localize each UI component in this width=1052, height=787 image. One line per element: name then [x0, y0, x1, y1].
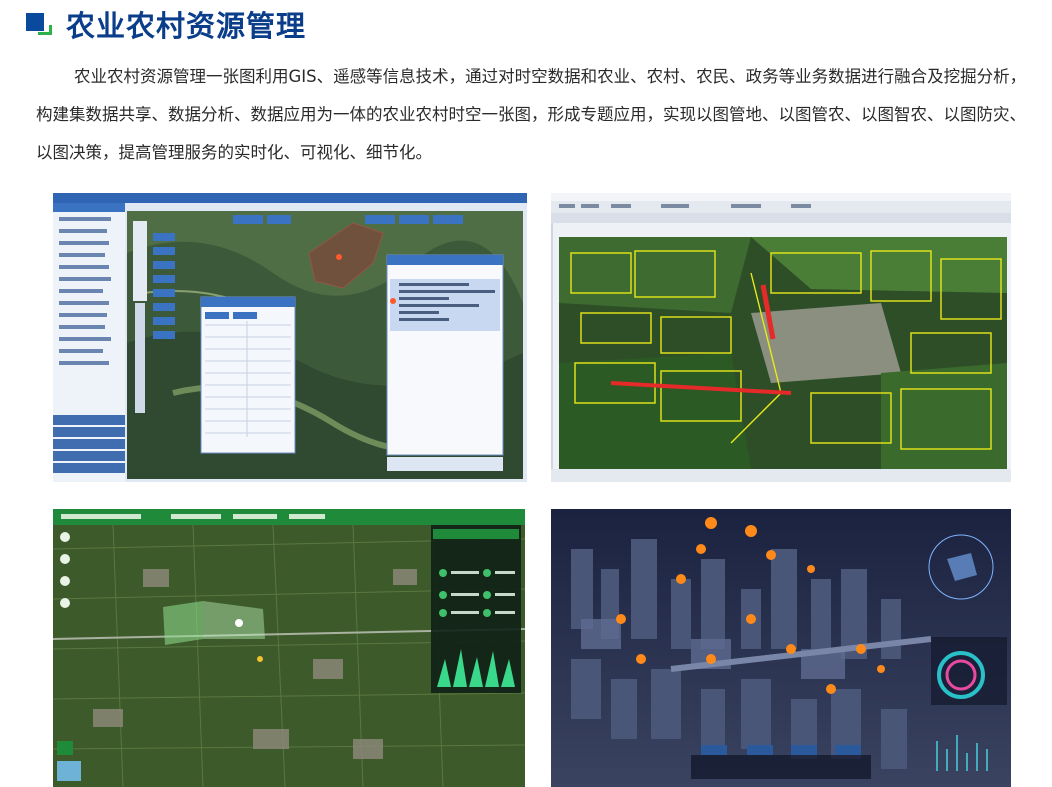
section-paragraph: 农业农村资源管理一张图利用GIS、遥感等信息技术，通过对时空数据和农业、农村、农…	[36, 67, 1027, 162]
section-marker-icon	[26, 11, 52, 37]
farmland-parcel-map-screenshot	[551, 193, 1011, 482]
section-header: 农业农村资源管理	[26, 6, 307, 43]
3d-city-view-screenshot	[551, 509, 1011, 787]
section-title: 农业农村资源管理	[66, 9, 307, 43]
gis-mining-map-screenshot	[53, 193, 527, 482]
agri-platform-dashboard-screenshot	[53, 509, 525, 787]
